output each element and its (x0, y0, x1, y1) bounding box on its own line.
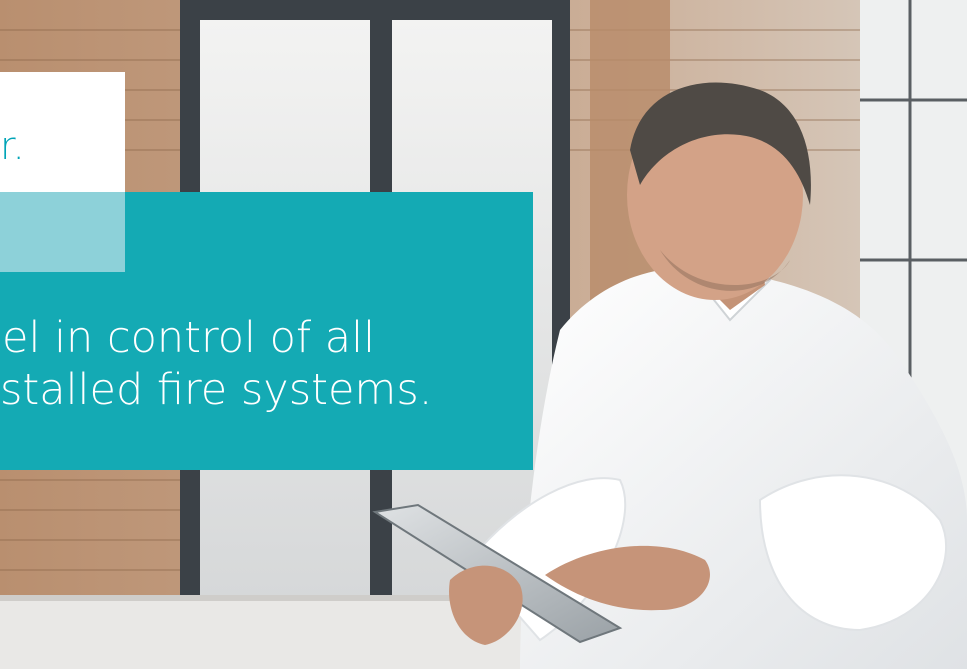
light-teal-panel (0, 192, 125, 272)
headline-partial-top-text: r. (0, 124, 26, 168)
headline-line-2: stalled fire systems. (0, 365, 433, 415)
headline-text: el in control of all stalled fire system… (0, 312, 533, 416)
hero-banner: r. el in control of all stalled fire sys… (0, 0, 967, 669)
headline-line-1: el in control of all (2, 313, 376, 363)
